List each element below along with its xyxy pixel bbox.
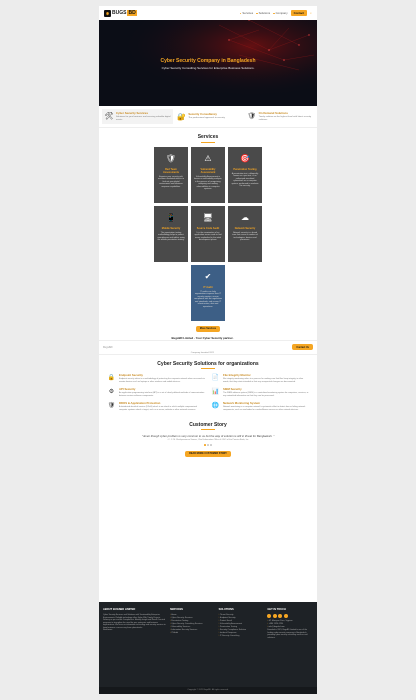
copyright: Copyright © 2021 BugsBD. All rights rese… xyxy=(99,687,317,694)
footer-services: SERVICES Home Cyber Security Services Pe… xyxy=(170,608,216,639)
target-icon: 🎯 xyxy=(240,154,250,163)
check-badge-icon: ✔ xyxy=(204,272,212,281)
solutions-title: Cyber Security Solutions for organizatio… xyxy=(157,360,259,367)
partner-brand: BugsBD xyxy=(103,345,113,349)
facebook-icon[interactable] xyxy=(267,614,272,618)
search-icon[interactable]: ⌕ xyxy=(310,11,312,15)
footer-about: ABOUT BUGSBD LIMITED Cyber Security Serv… xyxy=(103,608,167,632)
red-team-icon: 🛡 xyxy=(165,154,177,163)
nav-item-company[interactable]: Company xyxy=(273,11,288,15)
feature-on-demand: 🛡 On Demand Solutions Timely solution on … xyxy=(247,111,312,121)
shield-icon: 🛡 xyxy=(107,403,116,410)
solution-endpoint[interactable]: 🔒 Endpoint Security Endpoint security ref… xyxy=(107,373,205,383)
carousel-dot[interactable] xyxy=(210,444,212,446)
nav-item-services[interactable]: Services xyxy=(239,11,253,15)
twitter-icon[interactable] xyxy=(272,614,277,618)
solutions-grid: 🔒 Endpoint Security Endpoint security ref… xyxy=(99,373,317,412)
carousel-dot[interactable] xyxy=(207,444,209,446)
story-title: Customer Story xyxy=(189,421,227,428)
tools-icon: 🛠 xyxy=(104,113,114,121)
footer-solutions: SOLUTIONS Threat Security Endpoint Secur… xyxy=(219,608,265,639)
read-more-link[interactable]: Read more xyxy=(103,629,167,632)
title-underline xyxy=(201,429,215,431)
solution-ddos[interactable]: 🛡 DDOS & Application Protection A distrib… xyxy=(107,401,205,411)
main-menu: Services Solutions Company Contact ⌕ xyxy=(239,10,312,16)
service-card-network[interactable]: ☁ Network Security Network security is a … xyxy=(228,205,262,262)
service-card-mobile[interactable]: 📱 Mobile Security The penetration testing… xyxy=(154,205,188,262)
footer-contact: GET IN TOUCH 4/1 Monipuri Para, Tejgaon … xyxy=(267,608,313,639)
site-logo[interactable]: ✱ BUGS BD xyxy=(104,9,137,17)
top-navbar: ✱ BUGS BD Services Solutions Company Cont… xyxy=(99,6,317,20)
lock-icon: 🔐 xyxy=(176,113,186,121)
nav-item-solutions[interactable]: Solutions xyxy=(256,11,270,15)
story-quote: " Even though cyber problem is very comm… xyxy=(141,434,275,439)
document-icon: 📄 xyxy=(211,375,220,381)
customer-story: " Even though cyber problem is very comm… xyxy=(99,434,317,457)
partner-sub: Company founded 2021 xyxy=(190,352,215,354)
site-footer: ABOUT BUGSBD LIMITED Cyber Security Serv… xyxy=(99,602,317,694)
solution-file-integrity[interactable]: 📄 File Integrity Monitor File integrity m… xyxy=(211,373,309,383)
service-card-red-team[interactable]: 🛡 Red Team Assessments Examine your secur… xyxy=(154,146,188,203)
carousel-dots xyxy=(107,444,309,446)
service-card-pentest[interactable]: 🎯 Penetration Testing A penetration test,… xyxy=(228,146,262,203)
social-links xyxy=(267,614,313,618)
feature-cyber-security: 🛠 Cyber Security Services Solutions for y… xyxy=(102,109,174,124)
gear-icon: ⚙ xyxy=(108,389,115,396)
partner-headline: BugsBD Limited - Your Cyber Security par… xyxy=(171,336,234,340)
mobile-icon: 📱 xyxy=(166,213,176,222)
contact-button[interactable]: Contact xyxy=(290,10,308,16)
shield-icon: 🛡 xyxy=(247,113,257,121)
cloud-icon: ☁ xyxy=(241,213,249,222)
services-title: Services xyxy=(197,134,219,140)
web-page: ✱ BUGS BD Services Solutions Company Cont… xyxy=(99,6,317,694)
monitor-icon: 🖥 xyxy=(202,213,214,222)
feature-strip: 🛠 Cyber Security Services Solutions for y… xyxy=(99,106,317,128)
hero-subtitle: Cyber Security Consulting Services for E… xyxy=(161,66,255,70)
solution-network-monitoring[interactable]: 🌐 Network Monitoring System Network monit… xyxy=(211,401,309,411)
linkedin-icon[interactable] xyxy=(278,614,283,618)
partner-strip: BugsBD BugsBD Limited - Your Cyber Secur… xyxy=(99,336,317,355)
chart-icon: 📊 xyxy=(211,389,220,396)
youtube-icon[interactable] xyxy=(283,614,288,618)
title-underline xyxy=(201,368,215,369)
bullet-icon xyxy=(273,12,275,15)
read-more-story-button[interactable]: READ MORE CUSTOMER STORY xyxy=(185,450,231,457)
service-card-it-audit[interactable]: ✔ IT Audit IT audits can help organizatio… xyxy=(191,264,225,321)
carousel-dot[interactable] xyxy=(204,444,206,446)
more-services-button[interactable]: More Services xyxy=(195,325,221,332)
lock-icon: 🔒 xyxy=(107,375,116,381)
hero-banner: Cyber Security Company in Bangladesh Cyb… xyxy=(99,20,317,106)
service-card-source-code[interactable]: 🖥 Source Code Audit It is the examination… xyxy=(191,205,225,262)
solution-siem[interactable]: 📊 SIEM Security The SIEM software system … xyxy=(211,387,309,397)
bug-icon: ✱ xyxy=(104,9,111,17)
globe-icon: 🌐 xyxy=(211,403,220,410)
bullet-icon xyxy=(256,12,258,15)
hero-title: Cyber Security Company in Bangladesh xyxy=(160,58,256,64)
story-author: - C. C. M. Shafiquzzaman Suman, Chief In… xyxy=(167,439,249,442)
warning-icon: ⚠ xyxy=(204,154,212,163)
services-grid: 🛡 Red Team Assessments Examine your secur… xyxy=(99,146,317,321)
solution-api[interactable]: ⚙ API Security An application programming… xyxy=(107,387,205,397)
partner-contact-button[interactable]: Contact Us xyxy=(292,344,313,350)
service-card-vulnerability[interactable]: ⚠ Vulnerability Assessment Vulnerability … xyxy=(191,146,225,203)
footer-note: Founded in 2021, BugsBD Limited is one o… xyxy=(267,629,308,639)
feature-consultancy: 🔐 Security Consultancy The professional a… xyxy=(176,111,225,121)
title-underline xyxy=(201,141,215,143)
